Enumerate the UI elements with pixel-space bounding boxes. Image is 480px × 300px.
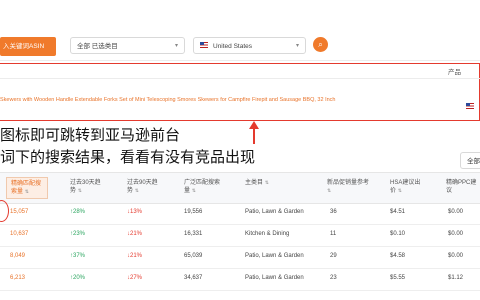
cell-trend-90: ↓21% [127, 253, 142, 259]
cell-trend-90: ↓21% [127, 231, 142, 237]
trend-value: 21% [130, 231, 143, 237]
column-header-hsa-bid[interactable]: HSA建议出价 ⇅ [390, 179, 426, 195]
cell-promo: 36 [330, 209, 337, 215]
trend-value: 20% [73, 275, 86, 281]
cell-hsa-bid: $4.58 [390, 253, 406, 259]
cell-promo: 29 [330, 253, 337, 259]
cell-ppc-bid: $0.00 [448, 231, 464, 237]
category-select[interactable]: 全部 已选类目 ▾ [70, 37, 185, 54]
cell-hsa-bid: $0.10 [390, 231, 406, 237]
table-header: 精确匹配搜索量 ⇅ 过去30天趋势 ⇅ 过去90天趋势 ⇅ 广泛匹配搜索量 ⇅ … [0, 172, 480, 204]
column-header-main-category[interactable]: 主类目 ⇅ [245, 179, 285, 187]
search-icon[interactable]: ⌕ [313, 37, 328, 52]
cell-exact-volume[interactable]: 6,213 [10, 275, 25, 281]
us-flag-icon [200, 42, 208, 49]
annotation-line-2: 词下的搜索结果，看看有没有竞品出现 [0, 149, 256, 166]
cell-trend-90: ↓13% [127, 209, 142, 215]
cell-main-category: Patio, Lawn & Garden [245, 275, 304, 281]
cell-broad-volume: 19,556 [184, 209, 203, 215]
table-row[interactable]: 8,049 ↑37% ↓21% 65,039 Patio, Lawn & Garden 2… [0, 247, 480, 269]
table-row[interactable]: 6,213 ↑20% ↓27% 34,637 Patio, Lawn & Garden 2… [0, 269, 480, 291]
annotation-line-1: 图标即可跳转到亚马逊前台 [0, 127, 181, 144]
cell-exact-volume[interactable]: 15,057 [10, 209, 28, 215]
table-row[interactable]: 10,637 ↑23% ↓21% 16,331 Kitchen & Dining 11 $0… [0, 225, 480, 247]
product-column-header: 产品 [448, 69, 461, 76]
cell-hsa-bid: $5.55 [390, 275, 406, 281]
column-header-exact-volume[interactable]: 精确匹配搜索量 ⇅ [6, 177, 48, 199]
cell-ppc-bid: $0.00 [448, 253, 464, 259]
cell-main-category: Patio, Lawn & Garden [245, 209, 304, 215]
cell-promo: 11 [330, 231, 337, 237]
cell-ppc-bid: $1.12 [448, 275, 464, 281]
cell-main-category: Kitchen & Dining [245, 231, 290, 237]
us-flag-icon[interactable] [466, 102, 474, 109]
highlight-frame [0, 63, 480, 121]
cell-exact-volume[interactable]: 10,637 [10, 231, 28, 237]
chevron-down-icon: ▾ [295, 43, 299, 49]
column-header-broad-volume[interactable]: 广泛匹配搜索量 ⇅ [184, 179, 220, 195]
cell-broad-volume: 16,331 [184, 231, 203, 237]
column-header-trend-90[interactable]: 过去90天趋势 ⇅ [127, 179, 163, 195]
column-header-trend-30[interactable]: 过去30天趋势 ⇅ [70, 179, 106, 195]
trend-value: 13% [130, 209, 143, 215]
product-title-link[interactable]: Skewers with Wooden Handle Extendable Fo… [0, 97, 335, 103]
cell-broad-volume: 34,637 [184, 275, 203, 281]
cell-promo: 23 [330, 275, 337, 281]
cell-broad-volume: 65,039 [184, 253, 203, 259]
cell-main-category: Patio, Lawn & Garden [245, 253, 304, 259]
enter-asin-button[interactable]: 入关键词ASIN [0, 37, 56, 56]
cell-hsa-bid: $4.51 [390, 209, 406, 215]
column-header-promo[interactable]: 新品促销量参考 ⇅ [327, 179, 369, 195]
divider [0, 60, 480, 61]
country-select[interactable]: United States ▾ [193, 37, 306, 54]
cell-trend-30: ↑37% [70, 253, 85, 259]
chevron-down-icon: ▾ [174, 43, 178, 49]
all-filter-select[interactable]: 全部 [460, 152, 480, 169]
cell-trend-30: ↑23% [70, 231, 85, 237]
trend-value: 23% [73, 231, 86, 237]
cell-trend-90: ↓27% [127, 275, 142, 281]
trend-value: 21% [130, 253, 143, 259]
column-header-ppc-bid[interactable]: 精确PPC建议 [446, 179, 480, 195]
cell-ppc-bid: $0.00 [448, 209, 464, 215]
trend-value: 37% [73, 253, 86, 259]
trend-value: 27% [130, 275, 143, 281]
cell-exact-volume[interactable]: 8,049 [10, 253, 25, 259]
category-select-value: 全部 已选类目 [77, 43, 118, 50]
country-select-value: United States [213, 43, 253, 50]
cell-trend-30: ↑28% [70, 209, 85, 215]
table-row[interactable]: 15,057 ↑28% ↓13% 19,556 Patio, Lawn & Garden… [0, 203, 480, 225]
trend-value: 28% [73, 209, 86, 215]
arrow-shaft [253, 128, 255, 144]
cell-trend-30: ↑20% [70, 275, 85, 281]
divider [0, 78, 480, 79]
